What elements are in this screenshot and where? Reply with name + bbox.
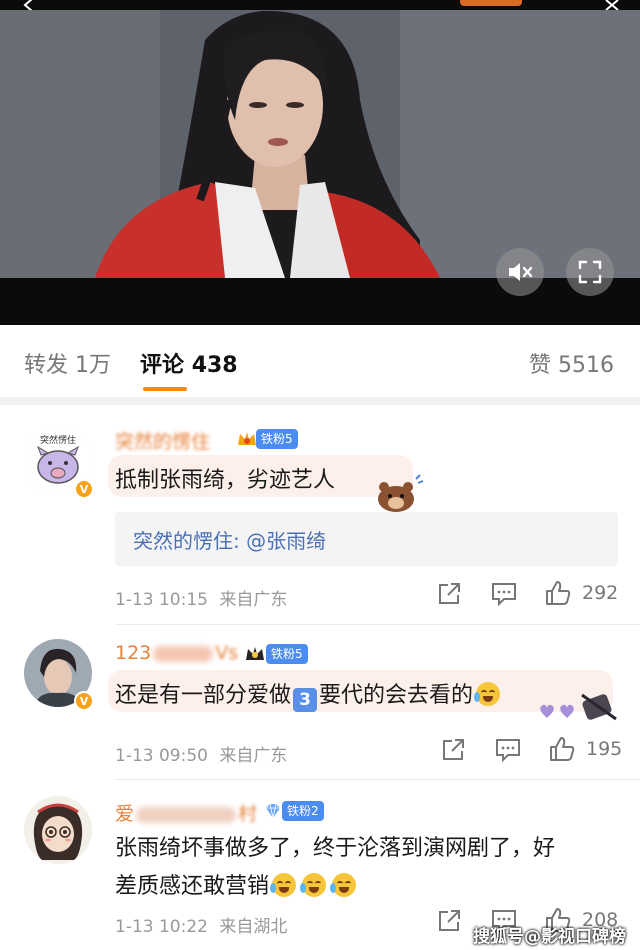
comment-text-part: 还是有一部分爱做 bbox=[115, 683, 292, 708]
section-divider bbox=[0, 397, 640, 405]
comment-icon bbox=[492, 583, 516, 607]
crown-icon bbox=[238, 432, 256, 445]
watermark: 搜狐号@影视口碑榜 bbox=[473, 927, 626, 947]
comment-date: 1-13 10:22 bbox=[115, 917, 208, 937]
reply-button[interactable] bbox=[494, 737, 522, 763]
comment-text: 抵制张雨绮，劣迹艺人 bbox=[115, 468, 336, 493]
bear-sticker-icon bbox=[378, 474, 424, 512]
username-redaction bbox=[153, 645, 214, 662]
fan-level-badge: 铁粉5 bbox=[256, 429, 298, 449]
number-three-emoji: 3 bbox=[293, 688, 318, 712]
tab-comment[interactable]: 评论 438 bbox=[140, 347, 238, 379]
username-tail: Vs bbox=[215, 642, 239, 664]
crown-icon bbox=[246, 647, 264, 660]
like-button[interactable]: 292 bbox=[544, 579, 618, 607]
tab-like-count: 5516 bbox=[558, 353, 614, 378]
comment-location: 来自广东 bbox=[219, 590, 288, 610]
comment-text: 还是有一部分爱做 3 要代的会去看的 bbox=[115, 677, 503, 712]
comment-date: 1-13 10:15 bbox=[115, 590, 208, 610]
video-still bbox=[0, 10, 640, 278]
comment-item: V 123 Vs 铁粉5 还是有一部分爱做 3 要代的会去看的 1-13 09:50 … bbox=[0, 625, 640, 780]
speaker-mute-icon bbox=[509, 263, 533, 281]
comment-item: 突然愣住 V 突然的愣住 铁粉5 抵制张雨绮，劣迹艺人 突然的愣住: @张雨绮 … bbox=[0, 405, 640, 625]
fan-level-badge: 铁粉5 bbox=[266, 644, 308, 664]
reply-text: 突然的愣住: @张雨绮 bbox=[133, 529, 327, 553]
verified-badge: V bbox=[74, 691, 94, 711]
fullscreen-icon bbox=[578, 260, 602, 284]
share-button[interactable] bbox=[436, 581, 462, 607]
tab-repost-label: 转发 bbox=[24, 353, 69, 378]
username-text: 123 bbox=[115, 642, 152, 664]
reply-preview[interactable]: 突然的愣住: @张雨绮 bbox=[115, 512, 618, 566]
comment-meta: 1-13 10:15 来自广东 bbox=[115, 585, 287, 610]
avatar[interactable] bbox=[24, 796, 92, 864]
comment-location: 来自湖北 bbox=[219, 917, 288, 937]
laugh-cry-emoji bbox=[270, 873, 297, 897]
comment-username[interactable]: 爱村 bbox=[115, 799, 257, 826]
tab-like[interactable]: 赞 5516 bbox=[529, 347, 614, 379]
thumbs-up-icon bbox=[546, 581, 571, 605]
laugh-cry-emoji bbox=[474, 682, 501, 706]
tab-comment-label: 评论 bbox=[140, 353, 185, 378]
username-text: 爱 bbox=[115, 803, 135, 825]
diamond-icon bbox=[266, 803, 280, 819]
interaction-tabs: 转发 1万 评论 438 赞 5516 bbox=[0, 325, 640, 397]
comment-text-line: 张雨绮坏事做多了，终于沦落到演网剧了，好 bbox=[115, 836, 556, 861]
heart-sticker-icon bbox=[540, 693, 617, 721]
share-button[interactable] bbox=[436, 908, 462, 934]
comment-username[interactable]: 突然的愣住 bbox=[115, 427, 210, 454]
tab-like-label: 赞 bbox=[528, 353, 551, 378]
fullscreen-button[interactable] bbox=[566, 248, 614, 296]
comment-text-part: 差质感还敢营销 bbox=[115, 874, 270, 899]
share-icon bbox=[439, 910, 460, 931]
share-icon bbox=[443, 739, 464, 760]
comment-text-line: 差质感还敢营销 bbox=[115, 868, 615, 906]
fan-level-badge: 铁粉2 bbox=[282, 801, 324, 821]
mute-button[interactable] bbox=[496, 248, 544, 296]
username-text: 突然的愣住 bbox=[115, 431, 211, 453]
comment-meta: 1-13 09:50 来自广东 bbox=[115, 741, 287, 766]
tab-repost-count: 1万 bbox=[75, 353, 112, 378]
like-count: 195 bbox=[586, 738, 623, 760]
like-count: 292 bbox=[582, 582, 619, 604]
comment-icon bbox=[496, 739, 520, 763]
active-tab-indicator bbox=[143, 387, 187, 391]
tab-repost[interactable]: 转发 1万 bbox=[24, 347, 111, 379]
share-icon bbox=[439, 583, 460, 604]
username-redaction bbox=[136, 806, 237, 823]
comment-date: 1-13 09:50 bbox=[115, 746, 208, 766]
video-player[interactable] bbox=[0, 0, 640, 325]
share-button[interactable] bbox=[440, 737, 466, 763]
comment-meta: 1-13 10:22 来自湖北 bbox=[115, 912, 287, 937]
cartoon-girl-avatar-icon bbox=[24, 796, 92, 864]
username-tail: 村 bbox=[238, 803, 258, 825]
laugh-cry-emoji bbox=[330, 873, 357, 897]
comment-text-part: 要代的会去看的 bbox=[319, 683, 474, 708]
verified-badge: V bbox=[74, 479, 94, 499]
status-indicator bbox=[460, 0, 522, 6]
video-frame bbox=[0, 10, 640, 278]
thumbs-up-icon bbox=[550, 737, 575, 761]
comment-username[interactable]: 123 Vs bbox=[115, 642, 238, 664]
tab-comment-count: 438 bbox=[191, 353, 238, 378]
svg-text:突然愣住: 突然愣住 bbox=[40, 434, 76, 446]
comment-text: 张雨绮坏事做多了，终于沦落到演网剧了，好 差质感还敢营销 bbox=[115, 830, 615, 906]
comment-location: 来自广东 bbox=[219, 746, 288, 766]
reply-button[interactable] bbox=[490, 581, 518, 607]
like-button[interactable]: 195 bbox=[548, 735, 622, 763]
laugh-cry-emoji bbox=[300, 873, 327, 897]
